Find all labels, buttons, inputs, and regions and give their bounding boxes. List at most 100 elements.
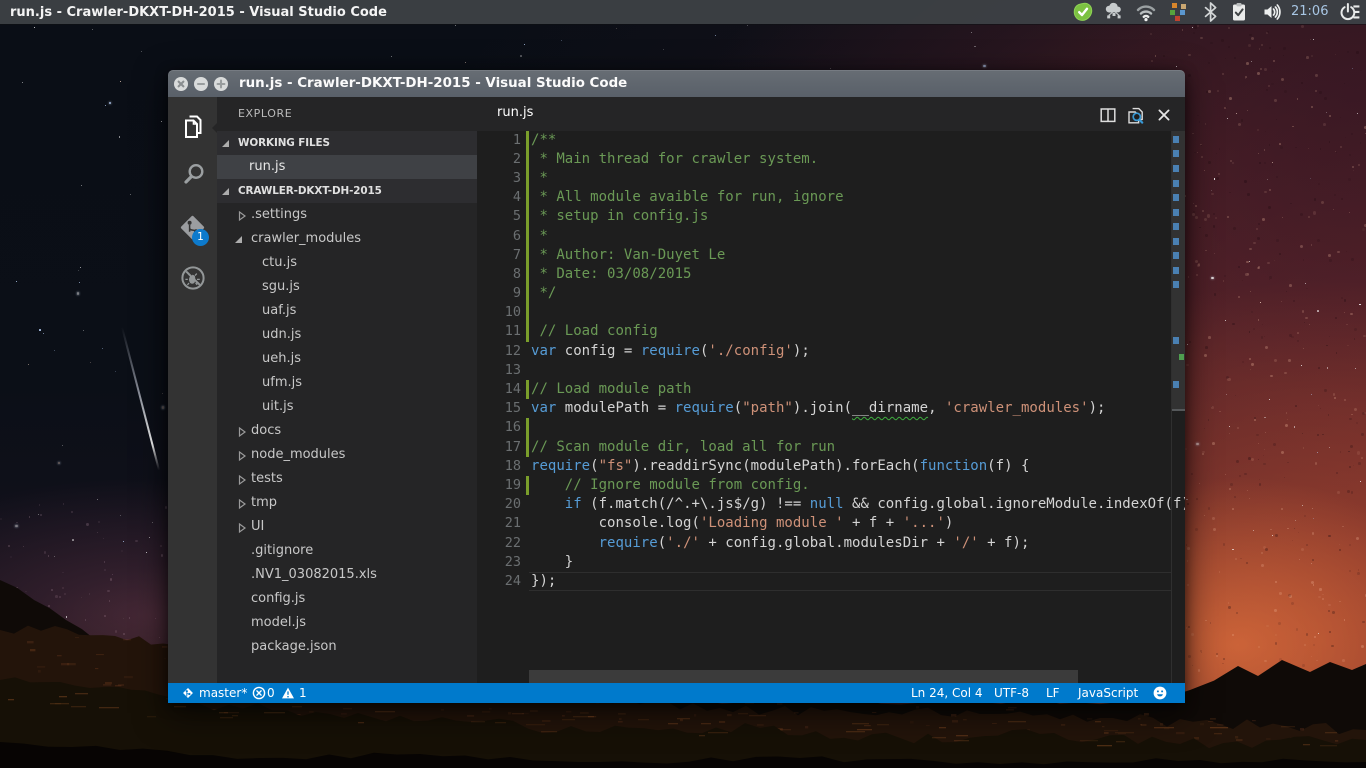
tree-item-model-js[interactable]: model.js xyxy=(217,611,477,635)
twistie-expanded-icon xyxy=(235,236,242,243)
git-added-gutter-bar xyxy=(526,380,529,399)
git-added-gutter-bar xyxy=(526,476,529,495)
activity-debug-button[interactable] xyxy=(168,254,217,302)
code-line-23: 23 } xyxy=(477,553,1185,572)
code-line-9: 9 */ xyxy=(477,284,1185,303)
section-header-working-files[interactable]: WORKING FILES xyxy=(217,131,477,155)
maximize-icon xyxy=(214,77,228,91)
git-added-gutter-bar xyxy=(526,131,529,150)
ruler-mark-modified xyxy=(1173,223,1179,230)
updates-ok-icon[interactable] xyxy=(1073,2,1093,22)
code-text: * All module avaible for run, ignore xyxy=(531,188,844,207)
tree-item-config-js[interactable]: config.js xyxy=(217,587,477,611)
activity-git-button[interactable] xyxy=(168,203,217,251)
editor-group: run.js 1/**2 * Main thread for crawler s… xyxy=(477,97,1185,683)
section-header-crawler-dkxt-dh-2015[interactable]: CRAWLER-DKXT-DH-2015 xyxy=(217,179,477,203)
minimize-button[interactable] xyxy=(194,77,208,91)
debug-icon xyxy=(181,266,205,290)
tree-item-ufm-js[interactable]: ufm.js xyxy=(217,371,477,395)
tree-item-ctu-js[interactable]: ctu.js xyxy=(217,251,477,275)
ruler-mark-modified xyxy=(1173,337,1179,344)
ruler-mark-modified xyxy=(1173,281,1179,288)
tree-item--nv1-03082015-xls[interactable]: .NV1_03082015.xls xyxy=(217,563,477,587)
cursor-position[interactable]: Ln 24, Col 4 xyxy=(911,683,983,703)
tree-item-crawler-modules[interactable]: crawler_modules xyxy=(217,227,477,251)
close-button[interactable] xyxy=(174,77,188,91)
language-mode[interactable]: JavaScript xyxy=(1078,683,1138,703)
line-number: 21 xyxy=(477,514,521,533)
editor-tab-run-js[interactable]: run.js xyxy=(497,97,533,131)
session-power-icon[interactable] xyxy=(1340,2,1360,22)
git-branch-icon xyxy=(181,686,195,700)
tree-item-docs[interactable]: docs xyxy=(217,419,477,443)
errors-icon xyxy=(252,686,266,700)
tree-item--settings[interactable]: .settings xyxy=(217,203,477,227)
warnings-count[interactable]: 1 xyxy=(299,683,307,703)
git-changes-badge: 1 xyxy=(192,229,209,246)
close-button[interactable] xyxy=(1155,106,1173,124)
cloud-network-icon[interactable] xyxy=(1104,2,1124,22)
window-titlebar[interactable]: run.js - Crawler-DKXT-DH-2015 - Visual S… xyxy=(168,70,1185,97)
color-squares-icon[interactable] xyxy=(1169,2,1189,22)
volume-icon[interactable] xyxy=(1262,2,1282,22)
ruler-mark-modified xyxy=(1173,252,1179,259)
code-text: var config = require('./config'); xyxy=(531,342,810,361)
line-number: 14 xyxy=(477,380,521,399)
tree-item-package-json[interactable]: package.json xyxy=(217,635,477,659)
code-line-11: 11 // Load config xyxy=(477,322,1185,341)
activity-bar: 1 xyxy=(168,97,217,683)
tree-item-sgu-js[interactable]: sgu.js xyxy=(217,275,477,299)
label: CRAWLER-DKXT-DH-2015 xyxy=(238,179,382,203)
line-number: 16 xyxy=(477,418,521,437)
line-number: 7 xyxy=(477,246,521,265)
activity-search-button[interactable] xyxy=(168,151,217,199)
label: model.js xyxy=(251,611,306,635)
label: package.json xyxy=(251,635,337,659)
tree-item-ueh-js[interactable]: ueh.js xyxy=(217,347,477,371)
clipboard-check-icon[interactable] xyxy=(1229,2,1249,22)
maximize-button[interactable] xyxy=(214,77,228,91)
open-preview-button[interactable] xyxy=(1126,106,1144,124)
tree-item-tmp[interactable]: tmp xyxy=(217,491,477,515)
explorer-icon xyxy=(180,113,206,140)
tree-item-run-js[interactable]: run.js xyxy=(217,155,477,179)
vscode-window: run.js - Crawler-DKXT-DH-2015 - Visual S… xyxy=(168,70,1185,703)
ruler-mark-modified xyxy=(1173,267,1179,274)
encoding[interactable]: UTF-8 xyxy=(994,683,1029,703)
line-number: 17 xyxy=(477,438,521,457)
code-line-14: 14// Load module path xyxy=(477,380,1185,399)
code-text: require('./' + config.global.modulesDir … xyxy=(531,534,1029,553)
ruler-mark-modified xyxy=(1173,209,1179,216)
bluetooth-icon[interactable] xyxy=(1201,2,1221,22)
code-text: * xyxy=(531,169,548,188)
tree-item-tests[interactable]: tests xyxy=(217,467,477,491)
eol[interactable]: LF xyxy=(1046,683,1060,703)
code-editor[interactable]: 1/**2 * Main thread for crawler system.3… xyxy=(477,131,1185,683)
label: WORKING FILES xyxy=(238,131,330,155)
label: uit.js xyxy=(262,395,293,419)
line-number: 11 xyxy=(477,322,521,341)
sidebar-title: EXPLORE xyxy=(238,97,292,131)
tree-item-ui[interactable]: UI xyxy=(217,515,477,539)
warnings-icon xyxy=(281,686,295,700)
code-text: require("fs").readdirSync(modulePath).fo… xyxy=(531,457,1029,476)
split-editor-button[interactable] xyxy=(1099,106,1117,124)
wifi-icon[interactable] xyxy=(1136,2,1156,22)
code-text: if (f.match(/^.+\.js$/g) !== null && con… xyxy=(531,495,1185,514)
tree-item-node-modules[interactable]: node_modules xyxy=(217,443,477,467)
horizontal-scrollbar[interactable] xyxy=(529,670,1078,683)
tree-item-uaf-js[interactable]: uaf.js xyxy=(217,299,477,323)
label: UI xyxy=(251,515,264,539)
clock[interactable]: 21:06 xyxy=(1291,0,1328,24)
git-added-gutter-bar xyxy=(526,322,529,341)
git-branch-label[interactable]: master* xyxy=(199,683,247,703)
window-title: run.js - Crawler-DKXT-DH-2015 - Visual S… xyxy=(239,70,627,97)
errors-count[interactable]: 0 xyxy=(267,683,275,703)
tree-item--gitignore[interactable]: .gitignore xyxy=(217,539,477,563)
feedback-smiley-icon[interactable] xyxy=(1153,686,1167,700)
ruler-mark-modified xyxy=(1173,150,1179,157)
tree-item-udn-js[interactable]: udn.js xyxy=(217,323,477,347)
tree-item-uit-js[interactable]: uit.js xyxy=(217,395,477,419)
activity-explorer-button[interactable] xyxy=(168,102,217,150)
code-text: /** xyxy=(531,131,556,150)
